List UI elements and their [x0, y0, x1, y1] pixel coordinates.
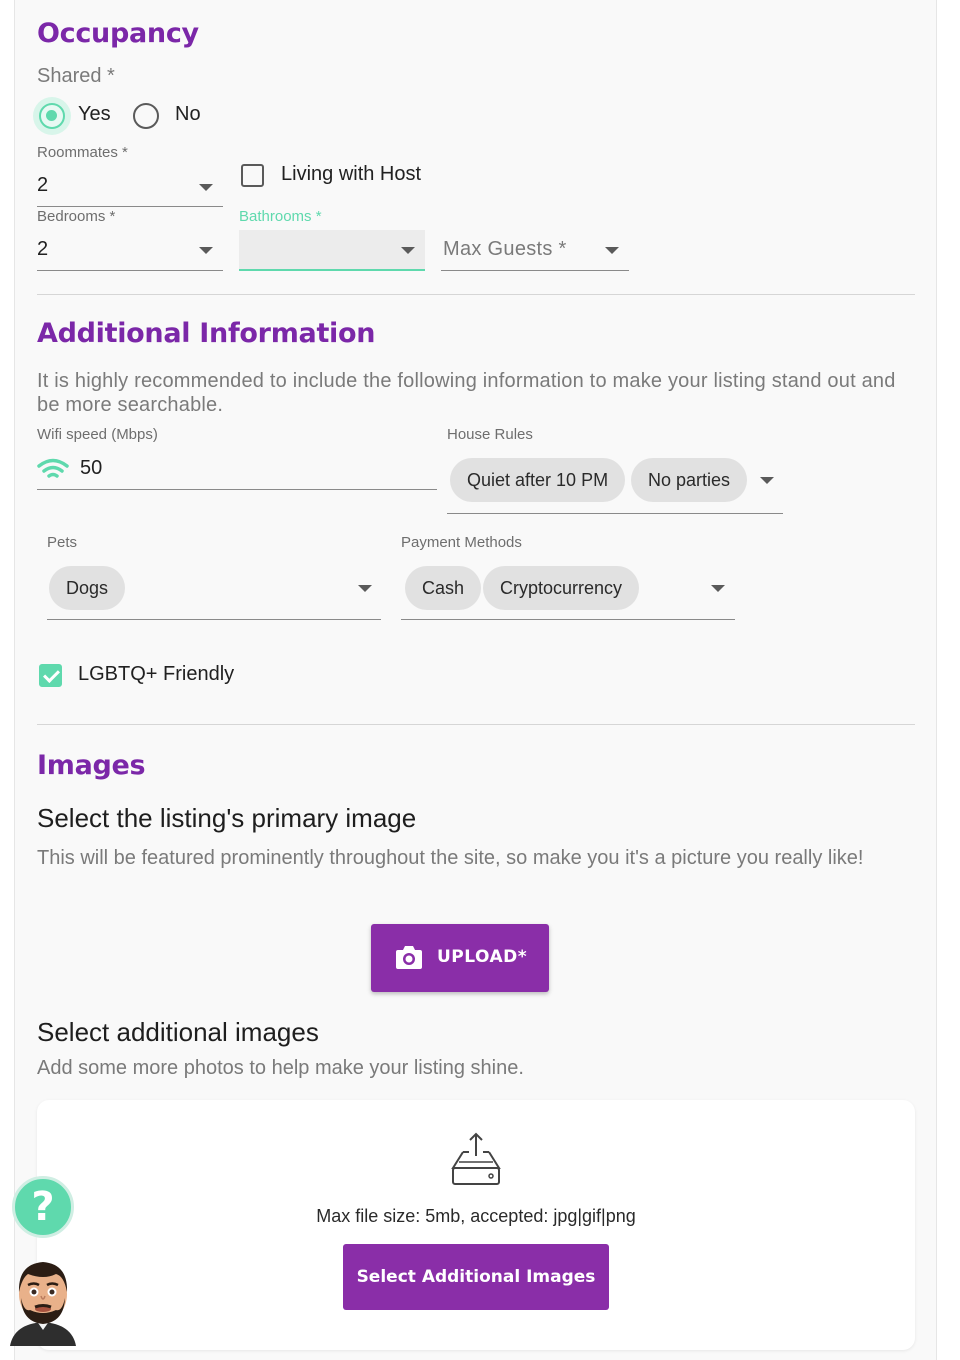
wifi-speed-label: Wifi speed (Mbps) — [37, 426, 158, 443]
wifi-icon — [37, 458, 69, 478]
checkbox-checked-icon — [39, 664, 62, 687]
chevron-down-icon — [605, 247, 619, 254]
images-title: Images — [37, 750, 146, 781]
wifi-speed-input[interactable]: 50 — [37, 450, 437, 490]
chevron-down-icon — [199, 184, 213, 191]
bathrooms-label: Bathrooms * — [239, 208, 322, 225]
additional-images-description: Add some more photos to help make your l… — [37, 1057, 524, 1079]
bathrooms-select[interactable] — [239, 230, 425, 271]
payment-methods-label: Payment Methods — [401, 534, 522, 551]
chip-pet[interactable]: Dogs — [49, 566, 126, 610]
bedrooms-select[interactable]: 2 — [37, 230, 223, 271]
upload-primary-image-button[interactable]: UPLOAD* — [371, 924, 549, 992]
pets-label: Pets — [47, 534, 78, 551]
house-rules-label: House Rules — [447, 426, 533, 443]
upload-tray-icon — [451, 1132, 501, 1185]
chevron-down-icon — [199, 247, 213, 254]
shared-yes-label: Yes — [78, 103, 111, 125]
lgbtq-friendly-label: LGBTQ+ Friendly — [78, 663, 235, 685]
roommates-label: Roommates * — [37, 144, 128, 161]
select-additional-images-button[interactable]: Select Additional Images — [343, 1244, 609, 1310]
user-avatar[interactable] — [6, 1254, 80, 1346]
chip-payment-method[interactable]: Cash — [405, 566, 482, 610]
pets-select[interactable]: Dogs — [47, 560, 381, 620]
chevron-down-icon — [760, 477, 774, 484]
shared-no-radio[interactable]: No — [133, 101, 223, 131]
chip-house-rule[interactable]: Quiet after 10 PM — [450, 458, 626, 502]
chevron-down-icon — [401, 247, 415, 254]
additional-images-heading: Select additional images — [37, 1017, 319, 1047]
camera-icon — [396, 946, 422, 969]
max-guests-placeholder: Max Guests * — [443, 238, 567, 260]
additional-info-title: Additional Information — [37, 318, 376, 349]
chip-payment-method[interactable]: Cryptocurrency — [483, 566, 640, 610]
bedrooms-label: Bedrooms * — [37, 208, 116, 225]
chevron-down-icon — [358, 585, 372, 592]
listing-form-card: Occupancy Shared * Yes No Roommates * 2 … — [14, 0, 937, 1360]
max-guests-select[interactable]: Max Guests * — [441, 230, 629, 271]
house-rules-select[interactable]: Quiet after 10 PM No parties — [447, 452, 783, 514]
primary-image-heading: Select the listing's primary image — [37, 803, 417, 833]
additional-info-description: It is highly recommended to include the … — [37, 370, 896, 416]
roommates-value: 2 — [37, 174, 49, 196]
file-size-info: Max file size: 5mb, accepted: jpg|gif|pn… — [316, 1206, 636, 1226]
payment-methods-select[interactable]: Cash Cryptocurrency — [401, 560, 735, 620]
roommates-select[interactable]: 2 — [37, 166, 223, 207]
bedrooms-value: 2 — [37, 238, 49, 260]
additional-images-dropzone[interactable]: Max file size: 5mb, accepted: jpg|gif|pn… — [37, 1100, 915, 1350]
upload-button-label: UPLOAD* — [437, 947, 528, 967]
section-divider — [37, 724, 915, 725]
section-divider — [37, 294, 915, 295]
chevron-down-icon — [711, 585, 725, 592]
occupancy-title: Occupancy — [37, 18, 199, 49]
living-with-host-label: Living with Host — [281, 163, 422, 185]
checkbox-unchecked-icon — [241, 164, 264, 187]
radio-unchecked-icon — [133, 103, 159, 129]
wifi-speed-value: 50 — [80, 457, 103, 479]
living-with-host-checkbox[interactable]: Living with Host — [241, 160, 471, 190]
radio-checked-icon — [39, 103, 65, 129]
shared-label: Shared * — [37, 65, 115, 87]
shared-yes-radio[interactable]: Yes — [37, 101, 127, 131]
help-button[interactable]: ? — [12, 1176, 74, 1238]
primary-image-description: This will be featured prominently throug… — [37, 847, 864, 869]
lgbtq-friendly-checkbox[interactable]: LGBTQ+ Friendly — [37, 660, 277, 692]
shared-no-label: No — [175, 103, 201, 125]
chip-house-rule[interactable]: No parties — [631, 458, 748, 502]
